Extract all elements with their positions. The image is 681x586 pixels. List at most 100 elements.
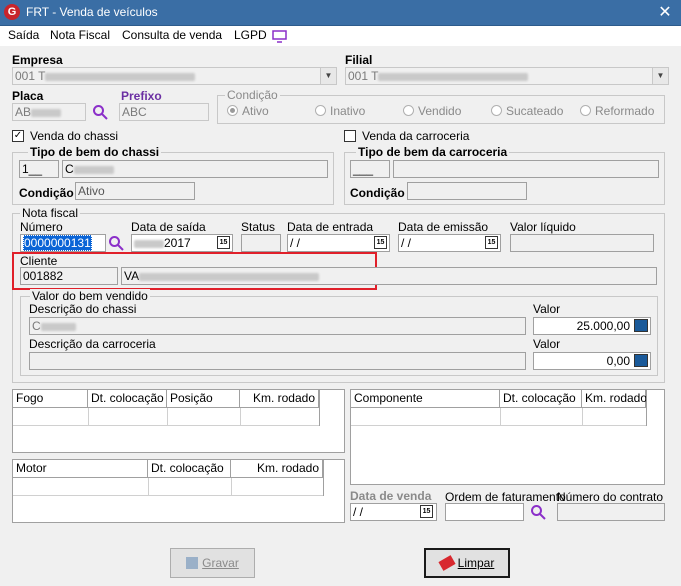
grid-componente-col-km[interactable]: Km. rodado — [582, 390, 647, 408]
valor-bem-label: Valor do bem vendido — [30, 289, 150, 303]
venda-chassi-label: Venda do chassi — [30, 129, 119, 143]
tipo-carroceria-code[interactable]: ___ — [350, 160, 390, 178]
tipo-chassi-code[interactable]: 1__ — [19, 160, 59, 178]
calendar-icon[interactable]: 15 — [217, 236, 230, 249]
gravar-button[interactable]: Gravar — [170, 548, 255, 578]
status-field[interactable] — [241, 234, 281, 252]
calculator-icon[interactable] — [634, 319, 648, 332]
limpar-button[interactable]: Limpar — [424, 548, 510, 578]
grid-divider — [500, 408, 501, 426]
grid-fogo-col-dt[interactable]: Dt. colocação — [88, 390, 167, 408]
valor-liquido-label: Valor líquido — [510, 220, 576, 234]
search-icon[interactable] — [108, 235, 124, 251]
radio-inativo[interactable] — [315, 105, 326, 116]
grid-motor-col-motor[interactable]: Motor — [13, 460, 148, 478]
radio-sucateado[interactable] — [491, 105, 502, 116]
tipo-chassi-label: Tipo de bem do chassi — [28, 145, 162, 159]
close-icon[interactable]: ✕ — [654, 3, 676, 23]
radio-reformado[interactable] — [580, 105, 591, 116]
data-saida-value: 2017 — [164, 236, 191, 250]
menu-saida[interactable]: Saída — [8, 28, 39, 42]
data-saida-label: Data de saída — [131, 220, 206, 234]
cliente-label: Cliente — [20, 254, 58, 268]
data-entrada-label: Data de entrada — [287, 220, 374, 234]
radio-vendido[interactable] — [403, 105, 414, 116]
grid-motor-col-km[interactable]: Km. rodado — [231, 460, 323, 478]
ordem-faturamento-field[interactable] — [445, 503, 524, 521]
empresa-select[interactable]: 001 T ▼ — [12, 67, 337, 85]
valor-liquido-field[interactable] — [510, 234, 654, 252]
cliente-name-field[interactable]: VA — [121, 267, 657, 285]
tipo-chassi-condicao-label: Condição — [19, 186, 74, 200]
grid-motor[interactable]: Motor Dt. colocação Km. rodado — [12, 459, 345, 523]
grid-divider — [231, 478, 232, 496]
grid-componente[interactable]: Componente Dt. colocação Km. rodado — [350, 389, 665, 485]
cliente-code-field[interactable]: 001882 — [20, 267, 118, 285]
radio-vendido-label: Vendido — [418, 104, 462, 118]
filial-select[interactable]: 001 T ▼ — [345, 67, 669, 85]
grid-fogo-col-km[interactable]: Km. rodado — [240, 390, 319, 408]
desc-carroceria-label: Descrição da carroceria — [29, 337, 156, 351]
radio-ativo[interactable] — [227, 105, 238, 116]
search-icon[interactable] — [92, 104, 108, 120]
tipo-carroceria-desc[interactable] — [393, 160, 659, 178]
valor-carroceria-label: Valor — [533, 337, 561, 351]
empresa-label: Empresa — [12, 53, 63, 67]
numero-contrato-label: Número do contrato — [557, 490, 664, 504]
grid-divider — [13, 425, 319, 426]
grid-divider — [319, 390, 320, 426]
ordem-faturamento-label: Ordem de faturamento — [445, 490, 566, 504]
radio-sucateado-label: Sucateado — [506, 104, 564, 118]
chevron-down-icon[interactable]: ▼ — [320, 68, 336, 84]
limpar-label: Limpar — [457, 556, 495, 570]
monitor-icon[interactable] — [272, 30, 287, 43]
calendar-icon[interactable]: 15 — [485, 236, 498, 249]
grid-divider — [646, 390, 647, 426]
grid-componente-col-dt[interactable]: Dt. colocação — [500, 390, 582, 408]
grid-fogo[interactable]: Fogo Dt. colocação Posição Km. rodado — [12, 389, 345, 453]
save-icon — [186, 557, 199, 569]
tipo-chassi-desc-value: C — [65, 162, 74, 176]
gravar-label: Gravar — [202, 556, 239, 570]
grid-divider — [240, 408, 241, 426]
prefixo-field[interactable]: ABC — [119, 103, 209, 121]
desc-chassi-field[interactable]: C — [29, 317, 526, 335]
tipo-carroceria-condicao-label: Condição — [350, 186, 405, 200]
desc-carroceria-field[interactable] — [29, 352, 526, 370]
numero-contrato-field[interactable] — [557, 503, 665, 521]
prefixo-label: Prefixo — [121, 89, 162, 103]
status-label: Status — [241, 220, 276, 234]
menu-consulta-venda[interactable]: Consulta de venda — [122, 28, 222, 42]
data-venda-label: Data de venda — [350, 489, 432, 503]
chevron-down-icon[interactable]: ▼ — [652, 68, 668, 84]
filial-value: 001 T — [348, 69, 379, 83]
menu-nota-fiscal[interactable]: Nota Fiscal — [50, 28, 110, 42]
calendar-icon[interactable]: 15 — [420, 505, 433, 518]
calendar-icon[interactable]: 15 — [374, 236, 387, 249]
menu-lgpd[interactable]: LGPD — [234, 28, 267, 42]
grid-motor-col-dt[interactable]: Dt. colocação — [148, 460, 231, 478]
calculator-icon[interactable] — [634, 354, 648, 367]
grid-fogo-col-fogo[interactable]: Fogo — [13, 390, 88, 408]
cliente-name-value: VA — [124, 269, 140, 283]
tipo-chassi-condicao-value[interactable]: Ativo — [75, 182, 195, 200]
search-icon[interactable] — [530, 504, 546, 520]
placa-label: Placa — [12, 89, 44, 103]
venda-chassi-checkbox[interactable]: ✓ — [12, 130, 24, 142]
grid-divider — [167, 408, 168, 426]
desc-chassi-label: Descrição do chassi — [29, 302, 137, 316]
window-title: FRT - Venda de veículos — [26, 5, 158, 19]
grid-divider — [582, 408, 583, 426]
tipo-carroceria-condicao-value[interactable] — [407, 182, 527, 200]
eraser-icon — [438, 555, 456, 571]
app-logo-icon: G — [4, 4, 20, 20]
numero-field[interactable]: 0000000131 — [20, 234, 106, 252]
venda-carroceria-checkbox[interactable] — [344, 130, 356, 142]
placa-field[interactable]: AB — [12, 103, 86, 121]
radio-ativo-label: Ativo — [242, 104, 269, 118]
grid-componente-col-componente[interactable]: Componente — [351, 390, 500, 408]
numero-value: 0000000131 — [23, 235, 92, 251]
tipo-chassi-desc[interactable]: C — [62, 160, 328, 178]
grid-divider — [351, 425, 646, 426]
grid-fogo-col-posicao[interactable]: Posição — [167, 390, 240, 408]
